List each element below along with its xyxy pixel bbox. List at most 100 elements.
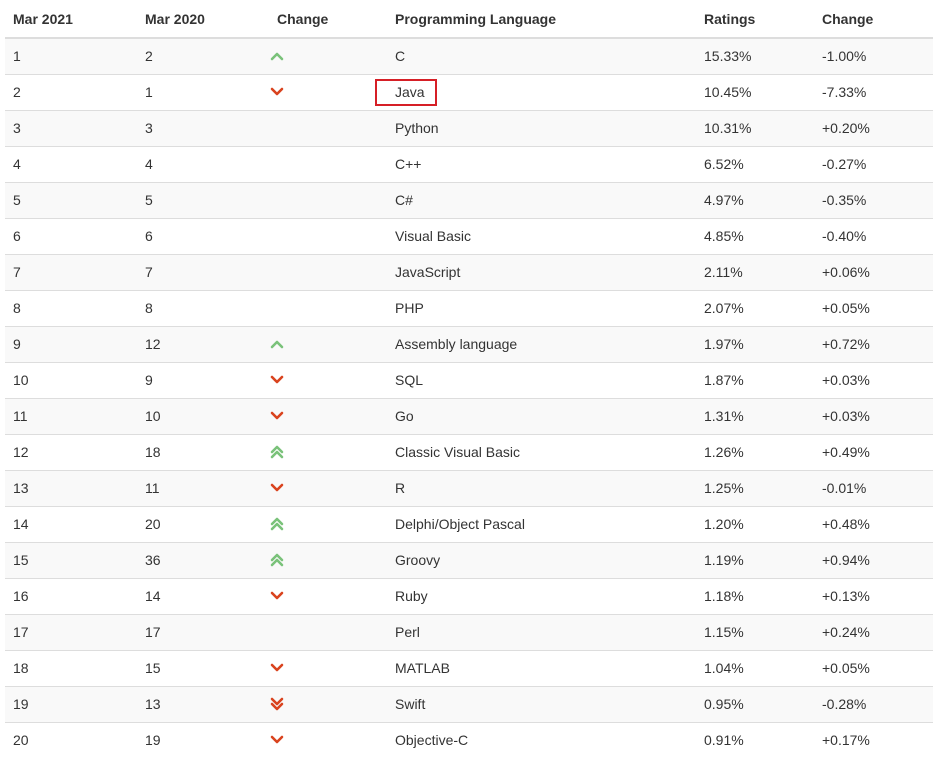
- double-chevron-up-icon: [270, 553, 284, 567]
- rating-value: 1.87%: [696, 361, 814, 398]
- language-name: Java: [395, 84, 425, 100]
- rating-value: 2.11%: [696, 253, 814, 290]
- header-programming-language[interactable]: Programming Language: [387, 0, 696, 39]
- rank-previous: 10: [137, 397, 269, 434]
- rating-change: -0.35%: [814, 181, 933, 218]
- rating-change: -0.40%: [814, 217, 933, 254]
- rank-current: 6: [5, 217, 137, 254]
- header-mar-2021[interactable]: Mar 2021: [5, 0, 137, 39]
- header-change-trend[interactable]: Change: [269, 0, 387, 39]
- rating-value: 1.25%: [696, 469, 814, 506]
- rank-trend: [269, 253, 387, 290]
- rank-trend: [269, 613, 387, 650]
- rating-change: +0.05%: [814, 649, 933, 686]
- language-cell: C#: [387, 181, 696, 218]
- double-chevron-down-icon: [270, 697, 284, 711]
- table-row: 4 4 C++ 6.52% -0.27%: [5, 145, 933, 182]
- table-row: 6 6 Visual Basic 4.85% -0.40%: [5, 217, 933, 254]
- rank-current: 3: [5, 109, 137, 146]
- rank-current: 20: [5, 721, 137, 758]
- language-cell: Groovy: [387, 541, 696, 578]
- rating-change: +0.48%: [814, 505, 933, 542]
- rating-change: +0.94%: [814, 541, 933, 578]
- language-name: PHP: [395, 300, 424, 316]
- rating-change: +0.05%: [814, 289, 933, 326]
- rank-current: 19: [5, 685, 137, 722]
- rating-value: 1.97%: [696, 325, 814, 362]
- language-cell: Python: [387, 109, 696, 146]
- rank-current: 10: [5, 361, 137, 398]
- chevron-down-icon: [270, 373, 284, 387]
- rank-previous: 7: [137, 253, 269, 290]
- header-mar-2020[interactable]: Mar 2020: [137, 0, 269, 39]
- rating-value: 4.85%: [696, 217, 814, 254]
- language-cell: SQL: [387, 361, 696, 398]
- rank-trend: [269, 397, 387, 434]
- rank-trend: [269, 433, 387, 470]
- rating-change: -0.28%: [814, 685, 933, 722]
- table-row: 18 15 MATLAB 1.04% +0.05%: [5, 649, 933, 686]
- rank-previous: 11: [137, 469, 269, 506]
- rating-value: 1.04%: [696, 649, 814, 686]
- rating-change: +0.72%: [814, 325, 933, 362]
- rank-current: 8: [5, 289, 137, 326]
- language-cell: Swift: [387, 685, 696, 722]
- table-row: 3 3 Python 10.31% +0.20%: [5, 109, 933, 146]
- language-cell: C: [387, 37, 696, 74]
- language-name: SQL: [395, 372, 424, 388]
- table-row: 7 7 JavaScript 2.11% +0.06%: [5, 253, 933, 290]
- rank-trend: [269, 181, 387, 218]
- language-cell: JavaScript: [387, 253, 696, 290]
- rank-trend: [269, 505, 387, 542]
- rating-change: +0.20%: [814, 109, 933, 146]
- rank-trend: [269, 37, 387, 74]
- rating-value: 4.97%: [696, 181, 814, 218]
- rank-trend: [269, 217, 387, 254]
- rating-value: 2.07%: [696, 289, 814, 326]
- chevron-down-icon: [270, 733, 284, 747]
- table-row: 9 12 Assembly language 1.97% +0.72%: [5, 325, 933, 362]
- rank-current: 7: [5, 253, 137, 290]
- rank-previous: 5: [137, 181, 269, 218]
- rating-change: +0.06%: [814, 253, 933, 290]
- table-row: 16 14 Ruby 1.18% +0.13%: [5, 577, 933, 614]
- rating-value: 1.20%: [696, 505, 814, 542]
- language-cell: Delphi/Object Pascal: [387, 505, 696, 542]
- table-row: 11 10 Go 1.31% +0.03%: [5, 397, 933, 434]
- rank-trend: [269, 469, 387, 506]
- double-chevron-up-icon: [270, 445, 284, 459]
- language-cell: Classic Visual Basic: [387, 433, 696, 470]
- language-cell: Visual Basic: [387, 217, 696, 254]
- table-row: 15 36 Groovy 1.19% +0.94%: [5, 541, 933, 578]
- language-name: Python: [395, 120, 439, 136]
- language-cell: Go: [387, 397, 696, 434]
- ranking-table-container: Mar 2021 Mar 2020 Change Programming Lan…: [5, 0, 933, 758]
- rank-previous: 15: [137, 649, 269, 686]
- rating-change: -1.00%: [814, 37, 933, 74]
- rating-value: 1.15%: [696, 613, 814, 650]
- table-row: 10 9 SQL 1.87% +0.03%: [5, 361, 933, 398]
- rank-current: 17: [5, 613, 137, 650]
- rating-change: -7.33%: [814, 73, 933, 110]
- header-change-rating[interactable]: Change: [814, 0, 933, 39]
- table-row: 5 5 C# 4.97% -0.35%: [5, 181, 933, 218]
- rating-value: 10.31%: [696, 109, 814, 146]
- rank-trend: [269, 721, 387, 758]
- rank-trend: [269, 73, 387, 110]
- rank-current: 9: [5, 325, 137, 362]
- rank-previous: 14: [137, 577, 269, 614]
- language-name: Groovy: [395, 552, 441, 568]
- language-cell: Assembly language: [387, 325, 696, 362]
- rating-value: 0.91%: [696, 721, 814, 758]
- table-row: 19 13 Swift 0.95% -0.28%: [5, 685, 933, 722]
- rank-previous: 12: [137, 325, 269, 362]
- language-cell: Java: [387, 73, 696, 110]
- rank-previous: 6: [137, 217, 269, 254]
- table-row: 13 11 R 1.25% -0.01%: [5, 469, 933, 506]
- rank-current: 18: [5, 649, 137, 686]
- rank-current: 4: [5, 145, 137, 182]
- rating-change: +0.13%: [814, 577, 933, 614]
- chevron-down-icon: [270, 409, 284, 423]
- header-ratings[interactable]: Ratings: [696, 0, 814, 39]
- rating-value: 1.19%: [696, 541, 814, 578]
